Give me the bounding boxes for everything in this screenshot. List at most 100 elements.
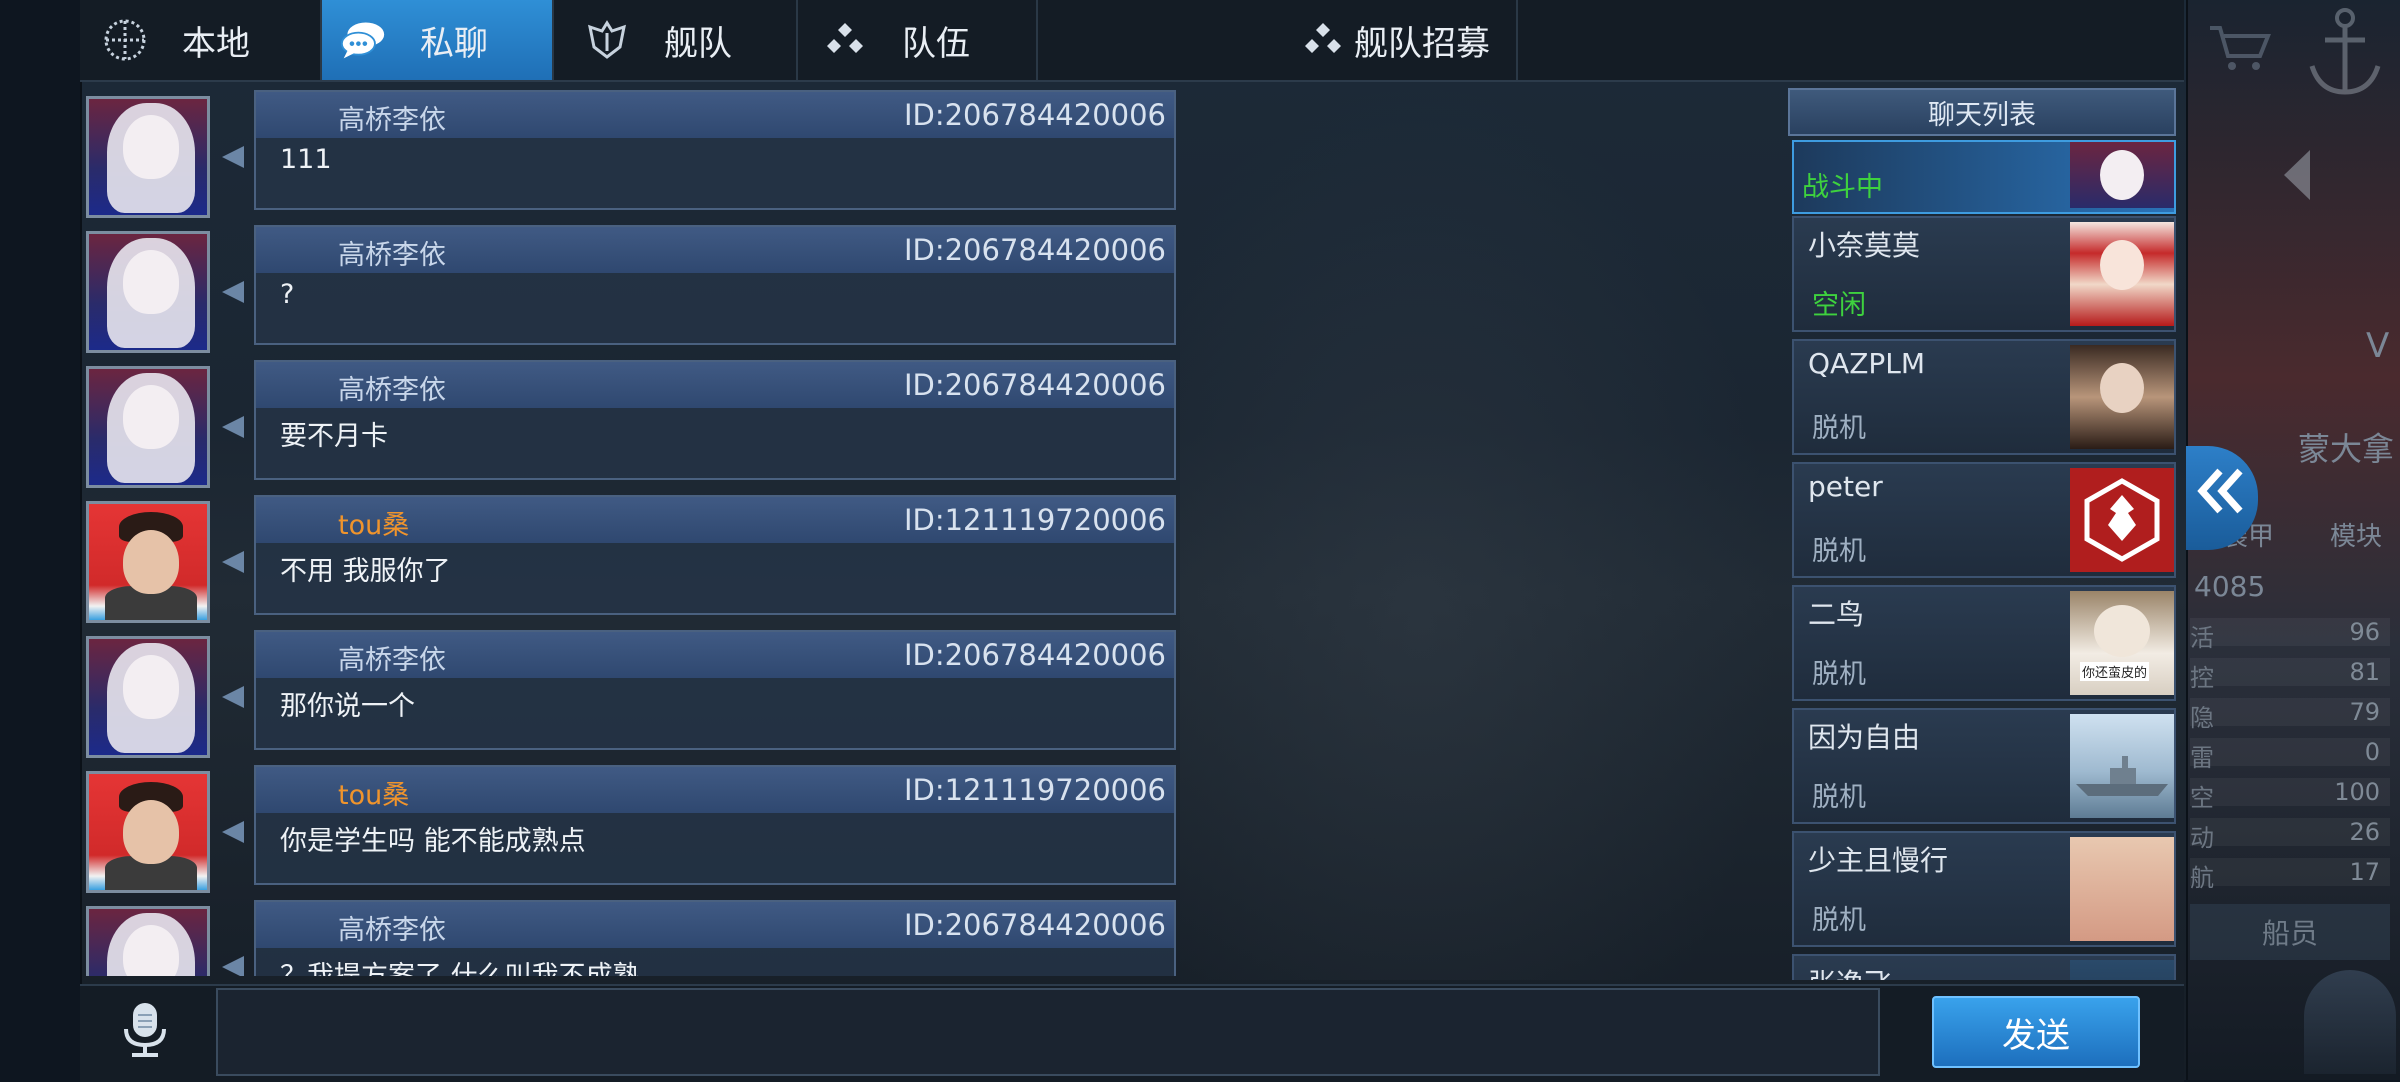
sender-id: ID:121119720006 [903,503,1166,537]
background-sky [1180,80,1780,980]
stat-row: 航 17 [2190,858,2390,892]
contact-status: 脱机 [1812,782,1866,813]
microphone-button[interactable] [118,1000,172,1060]
contact-status: 脱机 [1812,536,1866,567]
message-item: 高桥李依 ID:206784420006 ？我提方案了 什么叫我不成熟 [86,900,1176,976]
ship-name: 蒙大拿 [2298,430,2395,468]
warship-icon [2076,756,2168,796]
contact-item[interactable]: 张逸飞 [1792,954,2176,980]
contact-item[interactable]: QAZPLM 脱机 [1792,339,2176,455]
stat-row: 空 100 [2190,778,2390,812]
sender-name[interactable]: 高桥李依 [338,233,446,272]
contact-item[interactable]: 战斗中 [1792,140,2176,214]
message-text: 111 [280,144,332,175]
message-bubble[interactable]: 高桥李依 ID:206784420006 111 [254,90,1176,210]
avatar-face [123,250,179,314]
message-bubble[interactable]: 高桥李依 ID:206784420006 ？我提方案了 什么叫我不成熟 [254,900,1176,976]
tab-team[interactable]: 队伍 [798,0,1038,80]
tab-label: 队伍 [902,23,970,64]
bubble-pointer [222,146,244,168]
avatar[interactable] [86,366,210,488]
tab-fleet-recruit[interactable]: 舰队招募 [1038,0,1518,80]
message-bubble[interactable]: tou桑 ID:121119720006 不用 我服你了 [254,495,1176,615]
stat-row: 动 26 [2190,818,2390,852]
sender-name[interactable]: tou桑 [338,773,409,812]
sender-id: ID:206784420006 [903,908,1166,942]
message-bubble[interactable]: 高桥李依 ID:206784420006 要不月卡 [254,360,1176,480]
message-list-clip: 高桥李依 ID:206784420006 ？我提方案了 什么叫我不成熟 [86,900,1176,976]
contact-name: 小奈莫莫 [1808,229,1921,262]
contact-name: QAZPLM [1808,347,1926,380]
send-button[interactable]: 发送 [1932,996,2140,1068]
message-bubble[interactable]: 高桥李依 ID:206784420006 ? [254,225,1176,345]
captain-avatar[interactable] [2304,970,2396,1074]
message-item: tou桑 ID:121119720006 不用 我服你了 [86,495,1176,623]
module-tab[interactable]: 模块 [2330,516,2382,553]
avatar[interactable] [86,96,210,218]
sender-name[interactable]: 高桥李依 [338,908,446,947]
contact-avatar [2070,345,2174,449]
tab-private-chat[interactable]: 私聊 [322,0,554,80]
message-text: ？我提方案了 什么叫我不成熟 [280,954,640,976]
tab-label: 私聊 [420,23,488,64]
sender-id: ID:206784420006 [903,98,1166,132]
tab-label: 本地 [182,23,250,64]
avatar[interactable] [86,771,210,893]
avatar-face [2100,240,2144,290]
contact-status: 脱机 [1812,413,1866,444]
avatar-caption: 你还蛮皮的 [2080,662,2150,681]
sender-id: ID:121119720006 [903,773,1166,807]
contact-item[interactable]: 因为自由 脱机 [1792,708,2176,824]
back-arrow-icon[interactable] [2270,140,2330,210]
bubble-pointer [222,686,244,708]
tab-label: 舰队招募 [1354,23,1490,64]
anchor-icon[interactable] [2300,4,2390,104]
dragon-emblem-icon [2084,478,2160,562]
contact-avatar [2070,222,2174,326]
crew-button[interactable]: 船员 [2190,904,2390,960]
avatar[interactable] [86,906,210,976]
collapse-arrow-button[interactable] [2186,446,2258,550]
avatar-face [123,530,179,594]
message-bubble[interactable]: 高桥李依 ID:206784420006 那你说一个 [254,630,1176,750]
contact-item[interactable]: 少主且慢行 脱机 [1792,831,2176,947]
contact-avatar [2070,142,2174,208]
sender-name[interactable]: 高桥李依 [338,638,446,677]
chat-list[interactable]: 聊天列表 战斗中 小奈莫莫 空闲 QAZPLM 脱机 peter 脱机 二鸟 脱… [1788,88,2176,980]
avatar-face [2100,150,2144,200]
avatar[interactable] [86,501,210,623]
contact-name: peter [1808,470,1883,503]
avatar[interactable] [86,231,210,353]
message-item: 高桥李依 ID:206784420006 111 [86,90,1176,218]
avatar-face [123,800,179,864]
message-bubble[interactable]: tou桑 ID:121119720006 你是学生吗 能不能成熟点 [254,765,1176,885]
double-chevron-left-icon [2194,461,2250,535]
sender-name[interactable]: 高桥李依 [338,368,446,407]
contact-item[interactable]: 小奈莫莫 空闲 [1792,216,2176,332]
avatar-face [123,385,179,449]
stat-row: 隐 79 [2190,698,2390,732]
message-item: 高桥李依 ID:206784420006 ? [86,225,1176,353]
contact-item[interactable]: peter 脱机 [1792,462,2176,578]
cart-icon[interactable] [2208,22,2272,72]
contact-name: 少主且慢行 [1808,844,1949,877]
tab-local[interactable]: 本地 [80,0,322,80]
sender-name[interactable]: 高桥李依 [338,98,446,137]
sender-name[interactable]: tou桑 [338,503,409,542]
bubble-pointer [222,416,244,438]
message-text: 你是学生吗 能不能成熟点 [280,826,586,857]
message-input[interactable] [216,988,1880,1076]
tab-label: 舰队 [664,23,732,64]
contact-status: 脱机 [1812,905,1866,936]
contact-item[interactable]: 二鸟 脱机 你还蛮皮的 [1792,585,2176,701]
avatar[interactable] [86,636,210,758]
avatar-face [123,115,179,179]
cat-face [2094,605,2150,657]
chat-bubble-icon [340,17,386,63]
message-text: 要不月卡 [280,421,388,452]
tab-fleet[interactable]: 舰队 [556,0,798,80]
stat-row: 雷0 [2190,738,2390,772]
bubble-pointer [222,551,244,573]
contact-avatar [2070,837,2174,941]
contact-avatar: 你还蛮皮的 [2070,591,2174,695]
